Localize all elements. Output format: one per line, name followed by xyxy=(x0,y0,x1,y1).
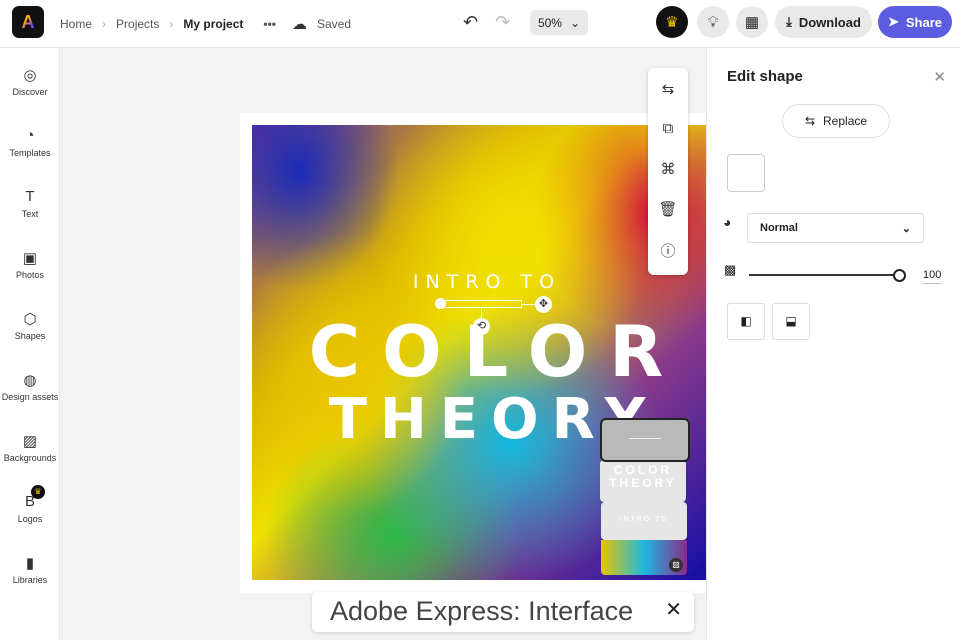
replace-icon[interactable]: ⇆ xyxy=(648,80,688,98)
premium-crown-badge: ♛ xyxy=(31,485,45,499)
chevron-right-icon: › xyxy=(102,17,107,31)
backgrounds-icon: ▨ xyxy=(22,433,38,450)
sidebar-item-logos[interactable]: B Logos ♛ xyxy=(0,485,60,524)
layer-color-theory[interactable]: COLOR THEORY xyxy=(600,460,686,502)
templates-icon: ◔ xyxy=(25,127,35,144)
sidebar-label: Text xyxy=(21,209,39,219)
info-icon[interactable]: ⓘ xyxy=(648,240,688,261)
resize-handle[interactable] xyxy=(435,298,446,309)
sidebar-item-libraries[interactable]: ▮ Libraries xyxy=(0,554,60,585)
more-options-button[interactable]: ••• xyxy=(263,17,276,31)
floating-toolbar: ⇆ ⧉ ⌘ 🗑︎ ⓘ xyxy=(648,68,688,275)
selected-shape-outline[interactable] xyxy=(442,300,522,308)
opacity-slider-thumb[interactable] xyxy=(893,269,906,282)
caption-overlay: Adobe Express: Interface ✕ xyxy=(312,592,694,632)
sidebar-item-photos[interactable]: ▣ Photos xyxy=(0,249,60,280)
opacity-icon: ▩ xyxy=(724,262,737,277)
download-button[interactable]: ⤓ Download xyxy=(775,6,872,38)
sidebar-item-templates[interactable]: ◔ Templates xyxy=(0,127,60,158)
left-sidebar: ◎ Discover ◔ Templates T Text ▣ Photos ⬡ Shap… xyxy=(0,48,60,640)
sidebar-item-text[interactable]: T Text xyxy=(0,188,60,219)
top-bar: A Home › Projects › My project ••• ☁ Sav… xyxy=(0,0,960,48)
zoom-select[interactable]: 50% ⌄ xyxy=(530,10,588,35)
blend-mode-select[interactable]: Normal ⌄ xyxy=(747,213,924,243)
replace-button[interactable]: ⇆ Replace xyxy=(782,104,890,138)
text-icon: T xyxy=(25,188,35,205)
sidebar-item-backgrounds[interactable]: ▨ Backgrounds xyxy=(0,432,60,463)
sidebar-label: Backgrounds xyxy=(3,453,57,463)
crown-icon: ♛ xyxy=(665,14,679,31)
sidebar-label: Shapes xyxy=(14,331,46,341)
undo-button[interactable]: ↶ xyxy=(463,12,478,33)
caption-text: Adobe Express: Interface xyxy=(330,596,634,626)
flip-vertical-button[interactable]: ⬓ xyxy=(772,303,810,340)
project-name[interactable]: My project xyxy=(183,17,243,31)
sidebar-item-discover[interactable]: ◎ Discover xyxy=(0,66,60,97)
share-label: Share xyxy=(905,14,943,30)
rotate-handle-icon[interactable]: ⟲ xyxy=(473,318,490,335)
sidebar-item-design-assets[interactable]: ◍ Design assets xyxy=(0,371,60,402)
opacity-slider-track[interactable] xyxy=(749,274,899,276)
photos-icon: ▣ xyxy=(22,250,38,267)
ideas-button[interactable]: 💡︎ xyxy=(697,6,729,38)
sidebar-label: Templates xyxy=(9,148,51,158)
flip-vertical-icon: ⬓ xyxy=(785,314,797,328)
group-icon[interactable]: ⌘ xyxy=(648,160,688,178)
edit-shape-panel: Edit shape ✕ ⇆ Replace ◕ Normal ⌄ ▩ 100 ◧ … xyxy=(706,48,960,640)
layer-label: INTRO TO xyxy=(619,516,669,523)
download-label: Download xyxy=(798,14,861,30)
design-assets-icon: ◍ xyxy=(23,372,37,389)
cloud-icon: ☁ xyxy=(292,16,307,33)
logos-icon: B xyxy=(24,493,35,510)
connector-line xyxy=(522,304,536,305)
swap-icon: ⇆ xyxy=(804,114,816,128)
layer-label: THEORY xyxy=(609,476,677,490)
close-panel-icon[interactable]: ✕ xyxy=(933,68,946,86)
sidebar-label: Libraries xyxy=(12,575,48,585)
schedule-button[interactable]: ▦ xyxy=(736,6,768,38)
sidebar-item-shapes[interactable]: ⬡ Shapes xyxy=(0,310,60,341)
flip-horizontal-button[interactable]: ◧ xyxy=(727,303,765,340)
layer-background[interactable]: ▨ xyxy=(601,540,687,575)
close-icon[interactable]: ✕ xyxy=(665,597,682,622)
sidebar-label: Logos xyxy=(17,514,43,524)
sidebar-label: Photos xyxy=(15,270,45,280)
download-icon: ⤓ xyxy=(786,14,792,29)
discover-icon: ◎ xyxy=(23,67,37,84)
canvas-area: INTRO TO COLOR THEORY ✥ ⟲ ⇆ ⧉ ⌘ 🗑︎ ⓘ COL… xyxy=(60,48,706,640)
chevron-right-icon: › xyxy=(169,17,174,31)
fill-color-swatch[interactable] xyxy=(727,154,765,192)
breadcrumb: Home › Projects › My project ••• ☁ Saved xyxy=(60,15,351,33)
layer-intro-to[interactable]: INTRO TO xyxy=(601,502,687,540)
lightbulb-icon: 💡︎ xyxy=(707,13,719,31)
opacity-value[interactable]: 100 xyxy=(923,269,942,284)
layer-shape[interactable] xyxy=(600,418,690,462)
send-icon: ➤ xyxy=(887,14,899,29)
background-icon: ▨ xyxy=(669,558,683,572)
libraries-icon: ▮ xyxy=(25,555,35,572)
zoom-value: 50% xyxy=(537,15,562,30)
sidebar-label: Design assets xyxy=(1,392,59,402)
sidebar-label: Discover xyxy=(12,87,48,97)
calendar-icon: ▦ xyxy=(744,14,760,31)
blend-mode-icon: ◕ xyxy=(723,214,732,230)
shapes-icon: ⬡ xyxy=(23,311,37,328)
chevron-down-icon: ⌄ xyxy=(569,15,581,30)
share-button[interactable]: ➤ Share xyxy=(878,6,952,38)
chevron-down-icon: ⌄ xyxy=(901,222,911,235)
save-status: Saved xyxy=(317,17,352,31)
panel-title: Edit shape xyxy=(727,68,803,85)
flip-horizontal-icon: ◧ xyxy=(740,314,752,328)
duplicate-icon[interactable]: ⧉ xyxy=(648,120,688,137)
intro-to-text[interactable]: INTRO TO xyxy=(252,271,706,293)
breadcrumb-home[interactable]: Home xyxy=(60,17,92,31)
breadcrumb-projects[interactable]: Projects xyxy=(116,17,159,31)
blend-mode-value: Normal xyxy=(760,222,798,234)
premium-crown-button[interactable]: ♛ xyxy=(656,6,688,38)
redo-button[interactable]: ↷ xyxy=(495,12,510,33)
delete-icon[interactable]: 🗑︎ xyxy=(648,200,688,218)
move-handle-icon[interactable]: ✥ xyxy=(535,296,552,313)
replace-label: Replace xyxy=(823,114,868,128)
app-logo[interactable]: A xyxy=(12,6,44,38)
